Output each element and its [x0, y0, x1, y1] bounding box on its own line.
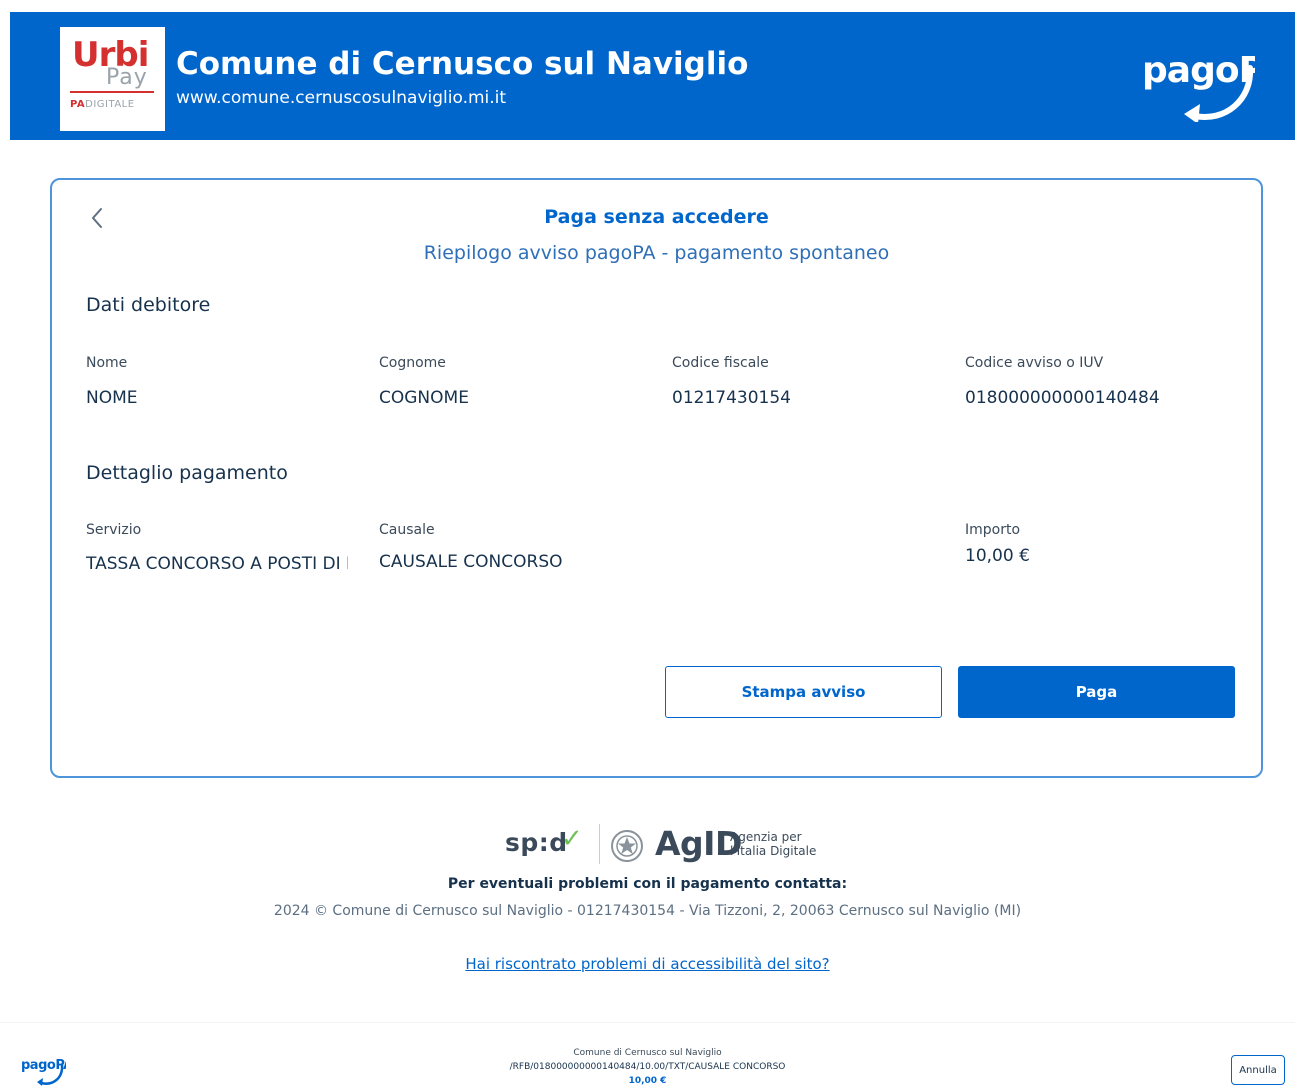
amount-label: Importo	[965, 522, 1021, 538]
notice-code-value: 018000000000140484	[965, 388, 1160, 408]
name-label: Nome	[86, 355, 128, 371]
surname-value: COGNOME	[379, 388, 469, 408]
tax-code-label: Codice fiscale	[672, 355, 769, 371]
card-title: Paga senza accedere	[544, 206, 769, 228]
bottom-bar-amount: 10,00 €	[628, 1076, 667, 1086]
logo-divider	[599, 824, 600, 864]
footer-logos: sp:d ✓ AgID Agenzia per l'Italia Digital…	[505, 822, 816, 868]
reason-label: Causale	[379, 522, 435, 538]
service-value: TASSA CONCORSO A POSTI DI RUOLO	[86, 554, 348, 574]
site-header: Urbi Pay PADIGITALE Comune di Cernusco s…	[10, 12, 1295, 140]
agid-subtitle-line2: l'Italia Digitale	[730, 844, 817, 858]
reason-value: CAUSALE CONCORSO	[379, 552, 563, 572]
contact-title: Per eventuali problemi con il pagamento …	[447, 876, 848, 892]
agid-logo: AgID	[655, 824, 742, 863]
bottom-bar-reference: /RFB/018000000000140484/10.00/TXT/CAUSAL…	[509, 1062, 786, 1072]
urbi-pay-logo: Urbi Pay PADIGITALE	[60, 27, 165, 131]
pagopa-logo-text: pagoPA	[1142, 50, 1255, 91]
payment-bottom-bar: pagoPA Comune di Cernusco sul Naviglio /…	[0, 1022, 1295, 1088]
site-title: Comune di Cernusco sul Naviglio	[176, 46, 749, 82]
debtor-section-title: Dati debitore	[86, 294, 211, 316]
pagopa-logo: pagoPA	[1142, 50, 1255, 122]
cancel-button[interactable]: Annulla	[1231, 1055, 1285, 1085]
service-label: Servizio	[86, 522, 142, 538]
logo-divider	[70, 91, 154, 93]
spid-logo: sp:d	[505, 828, 568, 857]
contact-info: 2024 © Comune di Cernusco sul Naviglio -…	[273, 903, 1022, 919]
site-url: www.comune.cernuscosulnaviglio.mi.it	[176, 88, 507, 108]
padigitale-logo-text: PADIGITALE	[70, 99, 135, 110]
amount-value: 10,00 €	[965, 546, 1030, 566]
payment-section-title: Dettaglio pagamento	[86, 462, 288, 484]
payment-summary-card: Paga senza accedere Riepilogo avviso pag…	[50, 178, 1263, 778]
spid-check-icon: ✓	[561, 824, 583, 854]
name-value: NOME	[86, 388, 138, 408]
card-subtitle: Riepilogo avviso pagoPA - pagamento spon…	[423, 242, 890, 264]
surname-label: Cognome	[379, 355, 446, 371]
republic-emblem-icon	[611, 830, 643, 862]
agid-subtitle-line1: Agenzia per	[730, 830, 802, 844]
bottom-bar-entity: Comune di Cernusco sul Naviglio	[573, 1048, 722, 1058]
page-top-margin	[0, 0, 1295, 12]
print-notice-button[interactable]: Stampa avviso	[665, 666, 942, 718]
pay-button[interactable]: Paga	[958, 666, 1235, 718]
tax-code-value: 01217430154	[672, 388, 791, 408]
pay-logo-text: Pay	[106, 65, 148, 90]
accessibility-link[interactable]: Hai riscontrato problemi di accessibilit…	[0, 955, 1295, 973]
notice-code-label: Codice avviso o IUV	[965, 355, 1104, 371]
